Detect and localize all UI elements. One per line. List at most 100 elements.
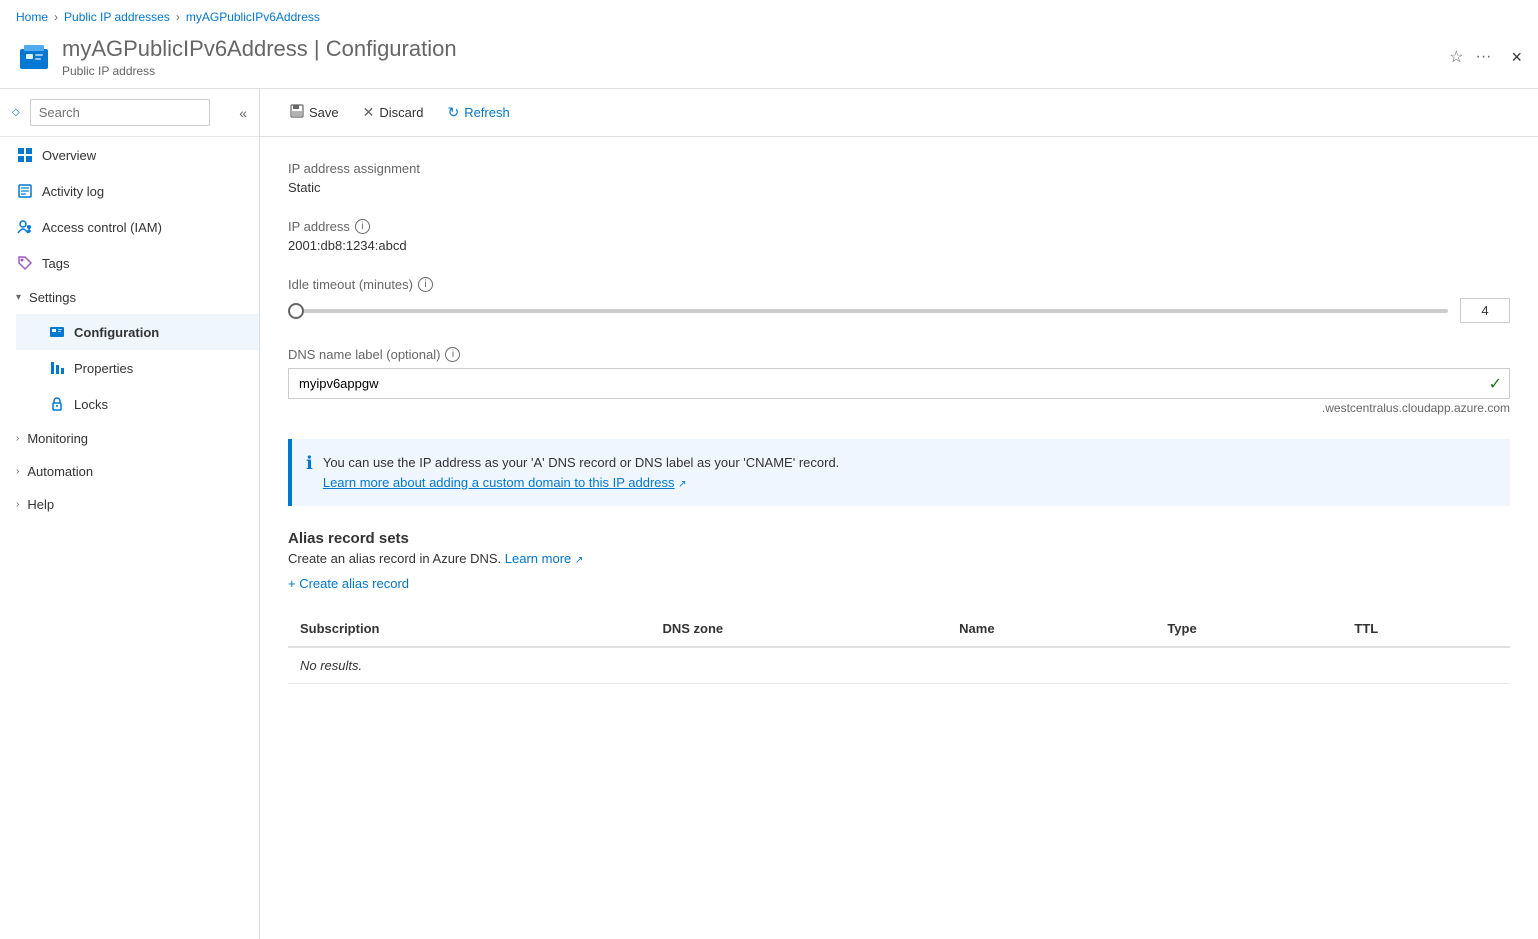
ip-address-group: IP address i 2001:db8:1234:abcd (288, 219, 1510, 253)
discard-icon: ✕ (363, 104, 375, 121)
idle-timeout-group: Idle timeout (minutes) i 4 (288, 277, 1510, 323)
col-ttl: TTL (1342, 611, 1510, 647)
idle-timeout-label: Idle timeout (minutes) i (288, 277, 1510, 292)
sidebar-subsection-settings: Configuration Properties (0, 314, 259, 422)
dns-name-input[interactable] (288, 368, 1510, 399)
search-input[interactable] (30, 99, 210, 126)
sidebar-item-access-control[interactable]: Access control (IAM) (0, 209, 259, 245)
content-body: IP address assignment Static IP address … (260, 137, 1538, 939)
ip-address-label: IP address i (288, 219, 1510, 234)
alias-external-icon: ↗ (575, 555, 583, 566)
chevron-right-icon-3: › (16, 499, 19, 510)
ip-assignment-group: IP address assignment Static (288, 161, 1510, 195)
dns-label-group: DNS name label (optional) i ✓ .westcentr… (288, 347, 1510, 415)
sidebar-section-help[interactable]: › Help (0, 488, 259, 521)
sidebar-label-overview: Overview (42, 148, 96, 163)
discard-label: Discard (379, 105, 423, 120)
col-type: Type (1155, 611, 1342, 647)
sidebar-label-access-control: Access control (IAM) (42, 220, 162, 235)
refresh-icon: ↻ (447, 104, 459, 121)
save-icon (290, 104, 304, 121)
breadcrumb: Home › Public IP addresses › myAGPublicI… (0, 0, 1538, 30)
sidebar-item-locks[interactable]: Locks (16, 386, 259, 422)
dns-input-wrapper: ✓ (288, 368, 1510, 399)
timeout-info-icon[interactable]: i (418, 277, 433, 292)
sidebar-item-tags[interactable]: Tags (0, 245, 259, 281)
col-dns-zone: DNS zone (650, 611, 947, 647)
sidebar-section-settings[interactable]: ▾ Settings (0, 281, 259, 314)
properties-icon (48, 359, 66, 377)
table-header: Subscription DNS zone Name Type TTL (288, 611, 1510, 647)
sidebar-label-locks: Locks (74, 397, 108, 412)
info-box-content: You can use the IP address as your 'A' D… (323, 453, 839, 492)
idle-timeout-slider[interactable] (288, 309, 1448, 313)
table-row-no-results: No results. (288, 647, 1510, 684)
chevron-down-icon: ▾ (16, 292, 21, 303)
close-button[interactable]: × (1511, 47, 1522, 68)
breadcrumb-home[interactable]: Home (16, 10, 48, 24)
alias-learn-more-link[interactable]: Learn more (505, 551, 571, 566)
refresh-label: Refresh (464, 105, 510, 120)
dns-info-icon[interactable]: i (445, 347, 460, 362)
resource-icon (16, 39, 52, 75)
sidebar-label-monitoring: Monitoring (27, 431, 88, 446)
info-box: ℹ You can use the IP address as your 'A'… (288, 439, 1510, 506)
no-results-text: No results. (288, 647, 1510, 684)
sidebar-label-help: Help (27, 497, 54, 512)
tags-icon (16, 254, 34, 272)
learn-more-link[interactable]: Learn more about adding a custom domain … (323, 475, 675, 490)
dns-label-label: DNS name label (optional) i (288, 347, 1510, 362)
sidebar-label-configuration: Configuration (74, 325, 159, 340)
sidebar-label-tags: Tags (42, 256, 69, 271)
save-button[interactable]: Save (280, 99, 349, 126)
ip-info-icon[interactable]: i (355, 219, 370, 234)
alias-table: Subscription DNS zone Name Type TTL No r… (288, 611, 1510, 684)
sidebar-item-configuration[interactable]: Configuration (16, 314, 259, 350)
collapse-button[interactable]: « (239, 105, 247, 121)
ip-assignment-value: Static (288, 180, 1510, 195)
ip-assignment-label: IP address assignment (288, 161, 1510, 176)
sidebar-label-activity-log: Activity log (42, 184, 104, 199)
access-control-icon (16, 218, 34, 236)
breadcrumb-public-ip[interactable]: Public IP addresses (64, 10, 170, 24)
content-area: Save ✕ Discard ↻ Refresh IP address assi… (260, 89, 1538, 939)
sidebar: ◇ « Overview (0, 89, 260, 939)
sidebar-label-automation: Automation (27, 464, 93, 479)
page-subtitle: Public IP address (62, 64, 1439, 78)
external-link-icon: ↗ (678, 479, 686, 490)
activity-log-icon (16, 182, 34, 200)
sidebar-search-container: ◇ « (0, 89, 259, 137)
table-body: No results. (288, 647, 1510, 684)
chevron-right-icon: › (16, 433, 19, 444)
page-header: myAGPublicIPv6Address | Configuration Pu… (0, 30, 1538, 89)
more-icon[interactable]: ··· (1476, 48, 1492, 66)
alias-title: Alias record sets (288, 530, 1510, 547)
favorite-icon[interactable]: ☆ (1449, 47, 1463, 67)
diamond-icon: ◇ (12, 107, 20, 118)
sidebar-item-properties[interactable]: Properties (16, 350, 259, 386)
overview-icon (16, 146, 34, 164)
sidebar-label-settings: Settings (29, 290, 76, 305)
ip-address-value: 2001:db8:1234:abcd (288, 238, 1510, 253)
col-subscription: Subscription (288, 611, 650, 647)
alias-section: Alias record sets Create an alias record… (288, 530, 1510, 684)
sidebar-item-activity-log[interactable]: Activity log (0, 173, 259, 209)
configuration-icon (48, 323, 66, 341)
info-circle-icon: ℹ (306, 453, 313, 492)
alias-desc: Create an alias record in Azure DNS. Lea… (288, 551, 1510, 566)
sidebar-section-monitoring[interactable]: › Monitoring (0, 422, 259, 455)
col-name: Name (947, 611, 1155, 647)
breadcrumb-resource[interactable]: myAGPublicIPv6Address (186, 10, 320, 24)
chevron-right-icon-2: › (16, 466, 19, 477)
create-alias-link[interactable]: + Create alias record (288, 576, 409, 591)
idle-timeout-slider-container: 4 (288, 298, 1510, 323)
refresh-button[interactable]: ↻ Refresh (437, 99, 519, 126)
sidebar-label-properties: Properties (74, 361, 133, 376)
dns-check-icon: ✓ (1489, 374, 1502, 394)
sidebar-item-overview[interactable]: Overview (0, 137, 259, 173)
locks-icon (48, 395, 66, 413)
sidebar-section-automation[interactable]: › Automation (0, 455, 259, 488)
dns-suffix: .westcentralus.cloudapp.azure.com (288, 401, 1510, 415)
toolbar: Save ✕ Discard ↻ Refresh (260, 89, 1538, 137)
discard-button[interactable]: ✕ Discard (353, 99, 434, 126)
